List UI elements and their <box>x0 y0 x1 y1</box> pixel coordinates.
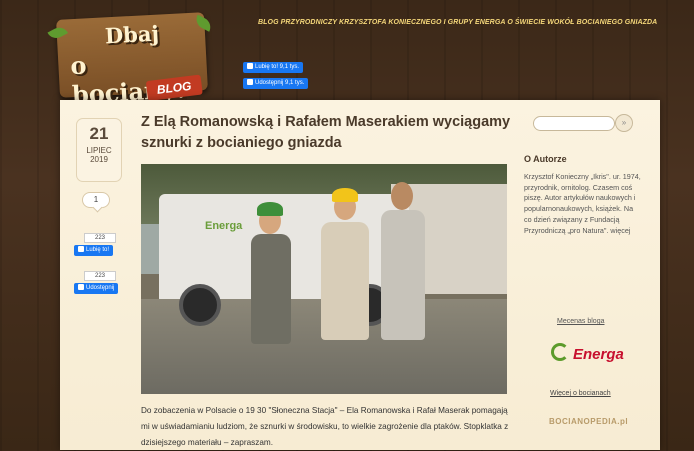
energa-icon <box>551 343 569 361</box>
share-count: 223 <box>84 271 116 281</box>
facebook-icon <box>78 284 84 290</box>
search-button[interactable]: » <box>615 114 633 132</box>
logo-line1: Dbaj <box>104 20 160 49</box>
like-count: 223 <box>84 233 116 243</box>
post-like-button[interactable]: Lubię to! <box>74 245 114 256</box>
about-text: Krzysztof Konieczny „Ikris". ur. 1974, p… <box>524 172 641 235</box>
comments-bubble[interactable]: 1 <box>82 192 110 208</box>
energa-logo[interactable]: Energa <box>551 343 624 363</box>
thumbs-up-icon <box>78 246 84 252</box>
patron-label[interactable]: Mecenas bloga <box>557 318 604 325</box>
person-figure <box>381 210 425 340</box>
fb-like-button[interactable]: Lubię to! 9,1 tys. <box>243 62 304 73</box>
person-figure <box>251 234 291 344</box>
fb-share-button[interactable]: Udostępnij 9,1 tys. <box>243 78 309 89</box>
helmet-icon <box>257 202 283 216</box>
photo-brand-label: Energa <box>205 220 243 232</box>
leaf-icon <box>193 14 214 32</box>
date-day: 21 <box>89 124 109 143</box>
post-caption: Do zobaczenia w Polsacie o 19 30 "Słonec… <box>141 406 509 447</box>
helmet-icon <box>332 188 358 202</box>
blog-logo[interactable]: Dbaj o bociany! BLOG <box>47 12 214 109</box>
post-share-button[interactable]: Udostępnij <box>74 283 119 294</box>
facebook-icon <box>247 79 253 85</box>
sidebar: » O Autorze Krzysztof Konieczny „Ikris".… <box>517 106 645 450</box>
person-figure <box>321 222 369 340</box>
site-header: Dbaj o bociany! BLOG BLOG PRZYRODNICZY K… <box>0 0 694 109</box>
post-title[interactable]: Z Elą Romanowską i Rafałem Maserakiem wy… <box>141 112 511 154</box>
about-heading: O Autorze <box>524 154 567 164</box>
leaf-icon <box>47 24 69 42</box>
site-tagline: BLOG PRZYRODNICZY KRZYSZTOFA KONIECZNEGO… <box>258 19 658 26</box>
more-about-storks-link[interactable]: Więcej o bocianach <box>550 390 611 397</box>
thumbs-up-icon <box>247 63 253 69</box>
date-year: 2019 <box>90 155 108 164</box>
search-input[interactable] <box>533 116 615 131</box>
date-month: LIPIEC <box>86 146 112 155</box>
post-date-badge: 21 LIPIEC 2019 <box>76 118 122 182</box>
post-photo[interactable]: Energa <box>141 164 507 394</box>
bocianopedia-link[interactable]: BOCIANOPEDIA.pl <box>549 417 628 426</box>
